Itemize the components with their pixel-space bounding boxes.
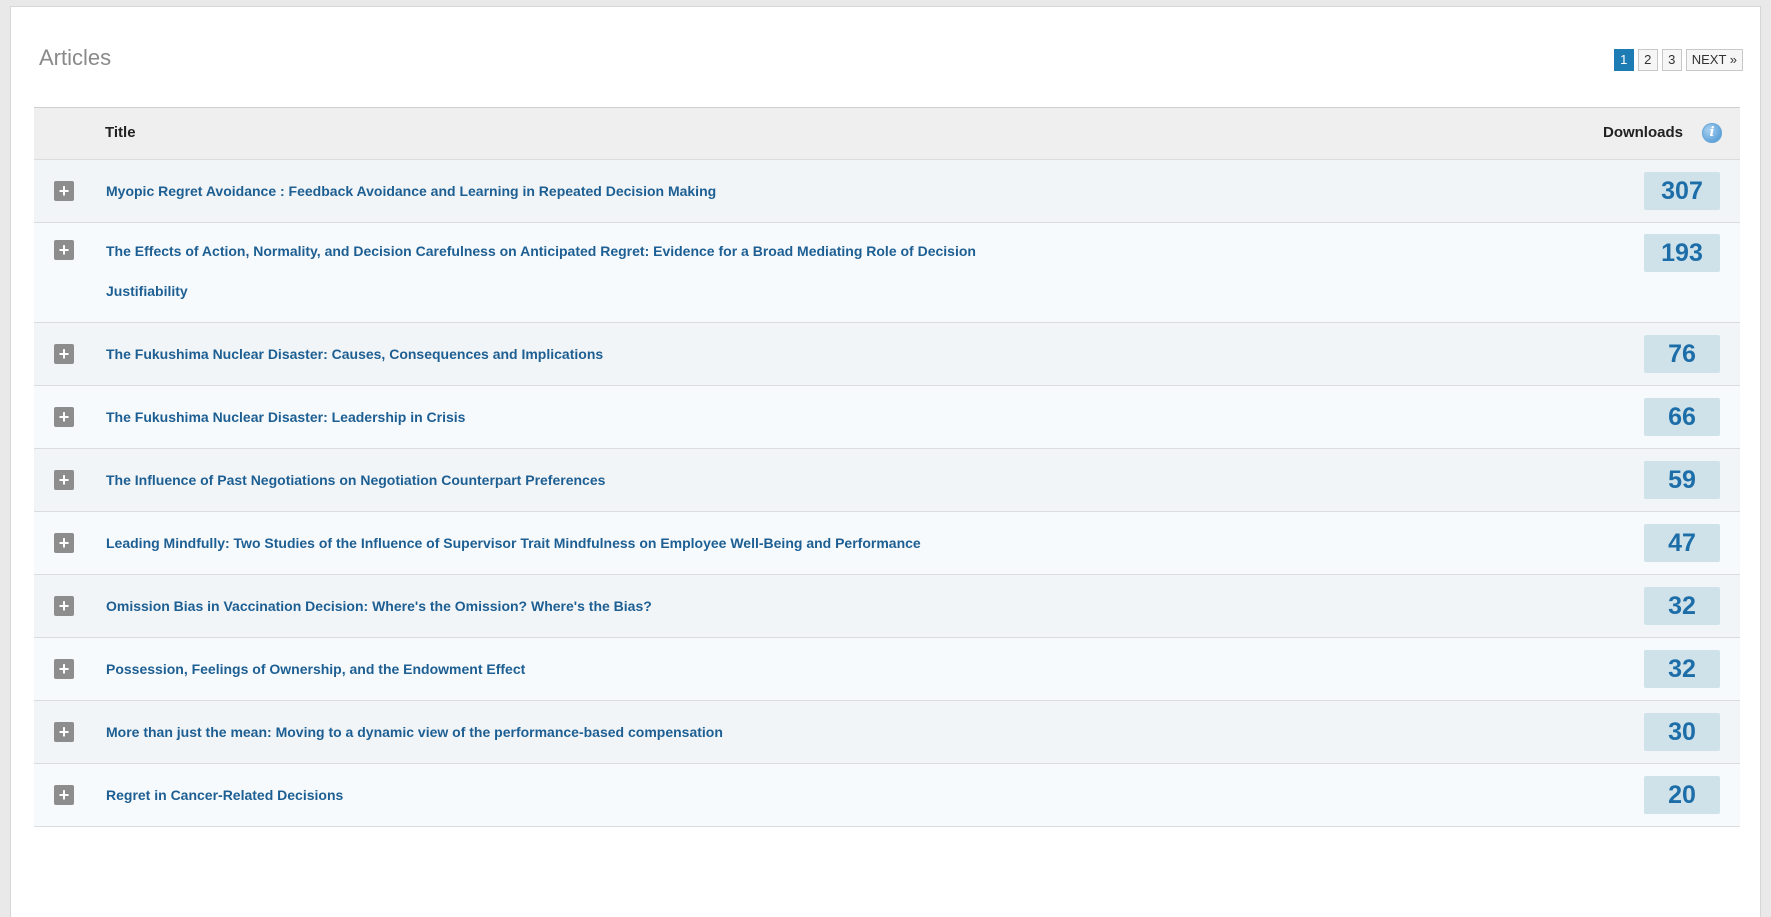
column-header-title: Title	[105, 124, 136, 141]
info-icon[interactable]: i	[1702, 123, 1722, 143]
expand-plus-icon[interactable]: +	[54, 659, 74, 679]
article-title-link[interactable]: More than just the mean: Moving to a dyn…	[106, 712, 723, 752]
expand-plus-icon[interactable]: +	[54, 722, 74, 742]
page-3-button[interactable]: 3	[1661, 49, 1682, 71]
download-count: 32	[1644, 650, 1720, 688]
article-title-link[interactable]: The Fukushima Nuclear Disaster: Causes, …	[106, 334, 603, 374]
article-title-link[interactable]: The Fukushima Nuclear Disaster: Leadersh…	[106, 397, 465, 437]
article-title-link[interactable]: The Effects of Action, Normality, and De…	[106, 231, 976, 271]
table-row: + Possession, Feelings of Ownership, and …	[34, 638, 1740, 701]
download-count: 193	[1644, 234, 1720, 272]
article-title-link[interactable]: Regret in Cancer-Related Decisions	[106, 775, 343, 815]
expand-plus-icon[interactable]: +	[54, 470, 74, 490]
article-title-link[interactable]: Leading Mindfully: Two Studies of the In…	[106, 523, 921, 563]
articles-panel: Articles 1 2 3 NEXT » Title Downloads i …	[10, 6, 1761, 917]
download-count: 32	[1644, 587, 1720, 625]
table-body: + Myopic Regret Avoidance : Feedback Avoi…	[34, 160, 1740, 827]
table-row: + Omission Bias in Vaccination Decision: …	[34, 575, 1740, 638]
table-row: + The Fukushima Nuclear Disaster: Leaders…	[34, 386, 1740, 449]
table-row: + Leading Mindfully: Two Studies of the I…	[34, 512, 1740, 575]
article-title-link[interactable]: Omission Bias in Vaccination Decision: W…	[106, 586, 652, 626]
expand-plus-icon[interactable]: +	[54, 407, 74, 427]
column-header-downloads: Downloads	[1602, 124, 1683, 141]
table-row: + More than just the mean: Moving to a dy…	[34, 701, 1740, 764]
download-count: 66	[1644, 398, 1720, 436]
expand-plus-icon[interactable]: +	[54, 596, 74, 616]
download-count: 30	[1644, 713, 1720, 751]
download-count: 59	[1644, 461, 1720, 499]
page-1-button[interactable]: 1	[1613, 49, 1634, 71]
pagination: 1 2 3 NEXT »	[1613, 49, 1743, 71]
article-title-link-continued[interactable]: Justifiability	[106, 271, 188, 311]
table-row: + The Influence of Past Negotiations on N…	[34, 449, 1740, 512]
article-title-link[interactable]: Possession, Feelings of Ownership, and t…	[106, 649, 525, 689]
next-page-button[interactable]: NEXT »	[1685, 49, 1743, 71]
expand-plus-icon[interactable]: +	[54, 533, 74, 553]
table-header: Title Downloads i	[34, 107, 1740, 160]
table-row: + Myopic Regret Avoidance : Feedback Avoi…	[34, 160, 1740, 223]
page-2-button[interactable]: 2	[1637, 49, 1658, 71]
articles-table: Title Downloads i + Myopic Regret Avoidan…	[34, 107, 1740, 827]
expand-plus-icon[interactable]: +	[54, 344, 74, 364]
download-count: 307	[1644, 172, 1720, 210]
table-row: + Regret in Cancer-Related Decisions 20	[34, 764, 1740, 827]
table-row: + The Fukushima Nuclear Disaster: Causes,…	[34, 323, 1740, 386]
expand-plus-icon[interactable]: +	[54, 240, 74, 260]
download-count: 20	[1644, 776, 1720, 814]
expand-plus-icon[interactable]: +	[54, 181, 74, 201]
panel-title: Articles	[39, 45, 112, 70]
panel-header: Articles 1 2 3 NEXT »	[11, 7, 1760, 107]
expand-plus-icon[interactable]: +	[54, 785, 74, 805]
download-count: 76	[1644, 335, 1720, 373]
table-row: + The Effects of Action, Normality, and D…	[34, 223, 1740, 323]
download-count: 47	[1644, 524, 1720, 562]
article-title-link[interactable]: Myopic Regret Avoidance : Feedback Avoid…	[106, 171, 716, 211]
article-title-link[interactable]: The Influence of Past Negotiations on Ne…	[106, 460, 605, 500]
